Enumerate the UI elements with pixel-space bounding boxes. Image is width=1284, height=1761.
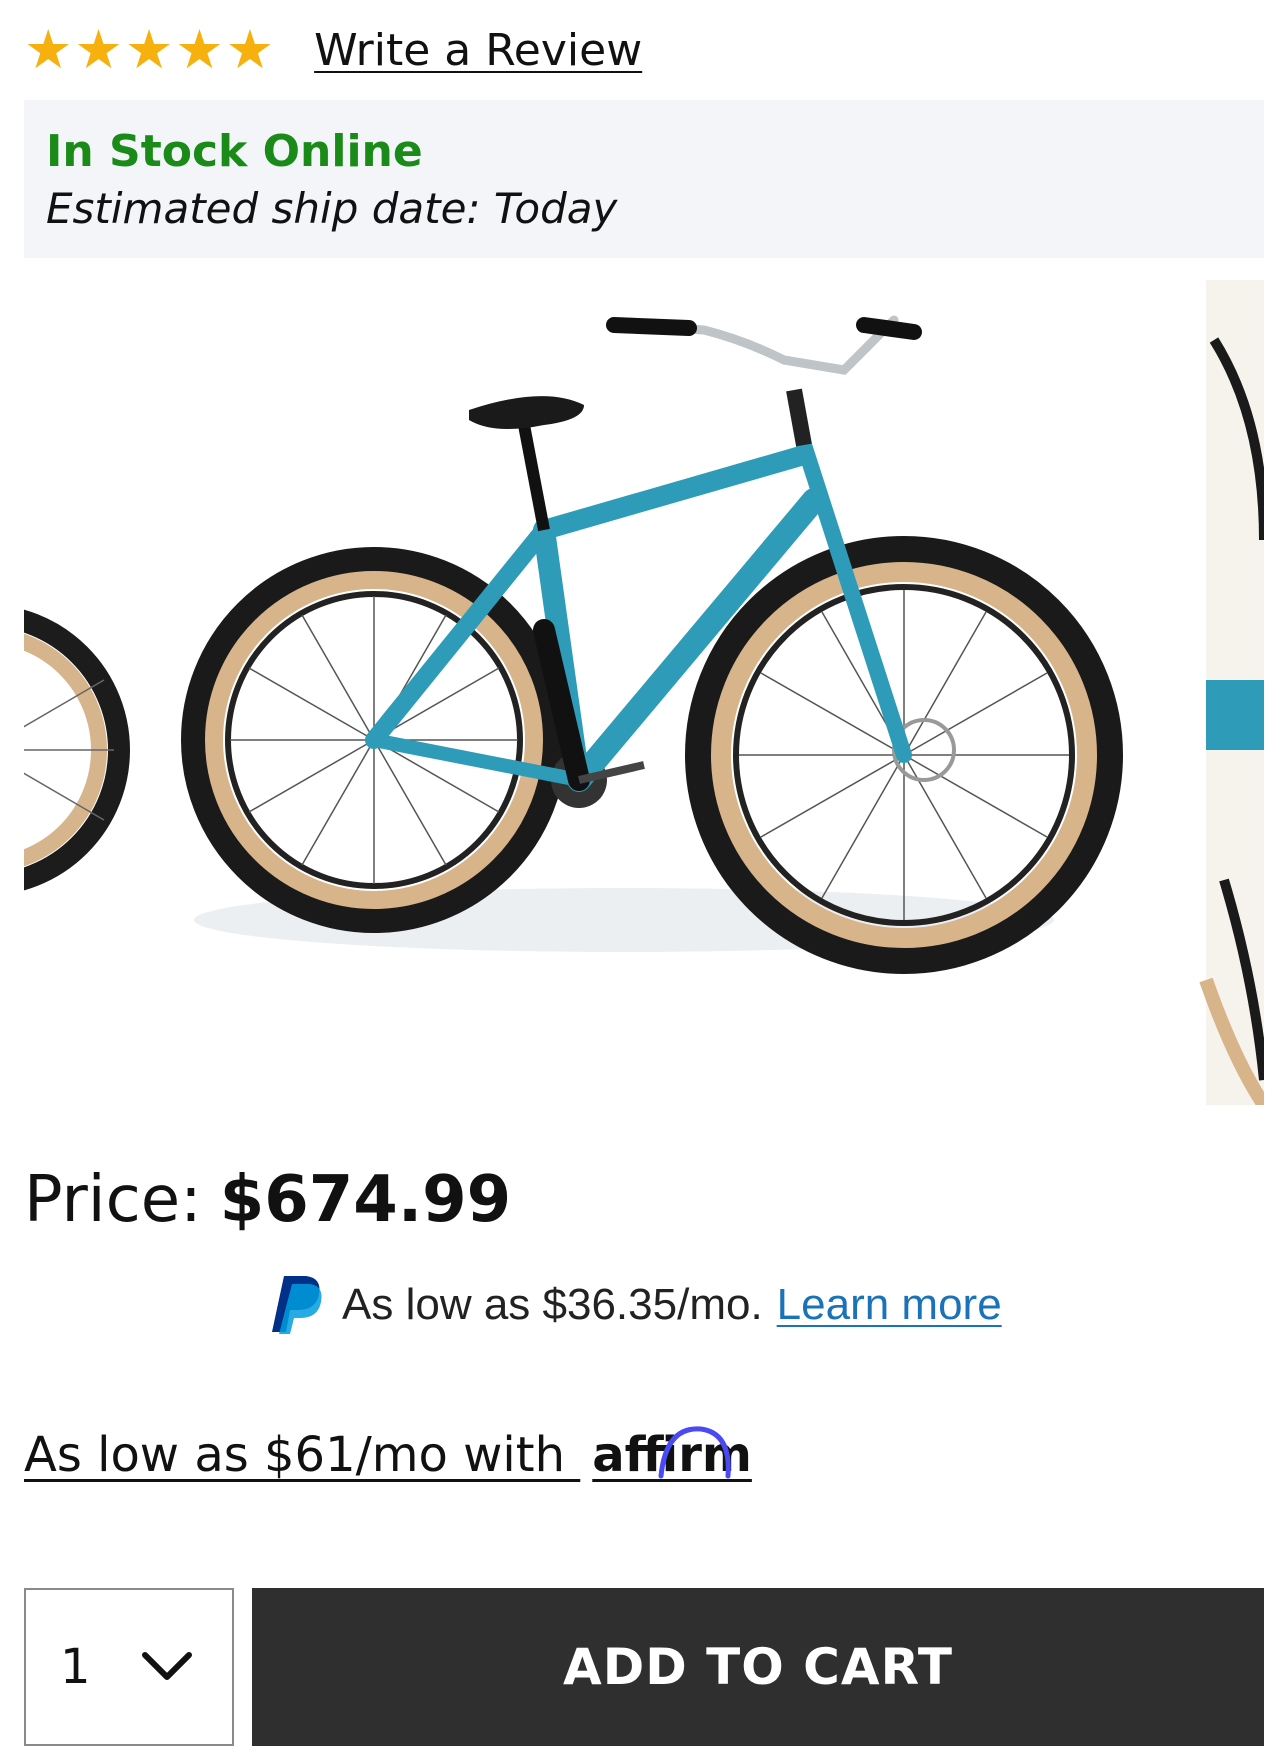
- paypal-text: As low as $36.35/mo.: [342, 1280, 763, 1329]
- star-icon: ★: [74, 18, 123, 81]
- affirm-text: As low as $61/mo with: [24, 1427, 566, 1483]
- paypal-logo-icon: [272, 1276, 322, 1334]
- affirm-financing-link[interactable]: As low as $61/mo with affirm: [24, 1420, 752, 1490]
- next-slide-peek: [1199, 280, 1264, 1105]
- price-value: $674.99: [219, 1163, 512, 1237]
- paypal-financing: As low as $36.35/mo. Learn more: [270, 1272, 1002, 1338]
- add-to-cart-button[interactable]: ADD TO CART: [252, 1588, 1264, 1746]
- stock-status-box: In Stock Online Estimated ship date: Tod…: [24, 100, 1264, 258]
- rating-row: ★ ★ ★ ★ ★ Write a Review: [24, 20, 642, 80]
- star-rating[interactable]: ★ ★ ★ ★ ★: [24, 23, 274, 77]
- star-icon: ★: [124, 18, 174, 81]
- bmx-bike-image: [24, 280, 1264, 1105]
- stock-status: In Stock Online: [46, 126, 423, 177]
- affirm-arc-icon: [658, 1426, 732, 1479]
- star-icon: ★: [24, 18, 73, 81]
- write-review-link[interactable]: Write a Review: [314, 25, 642, 76]
- quantity-value: 1: [60, 1639, 91, 1695]
- star-icon: ★: [225, 18, 275, 81]
- price-label: Price:: [24, 1163, 202, 1237]
- star-icon: ★: [175, 18, 224, 81]
- ship-date: Estimated ship date: Today: [46, 184, 618, 233]
- affirm-logo: affirm: [592, 1426, 752, 1483]
- quantity-select[interactable]: 1: [24, 1588, 234, 1746]
- chevron-down-icon: [141, 1652, 192, 1680]
- product-image-carousel[interactable]: [24, 280, 1264, 1105]
- price-row: Price: $674.99: [24, 1160, 511, 1240]
- learn-more-link[interactable]: Learn more: [777, 1280, 1002, 1330]
